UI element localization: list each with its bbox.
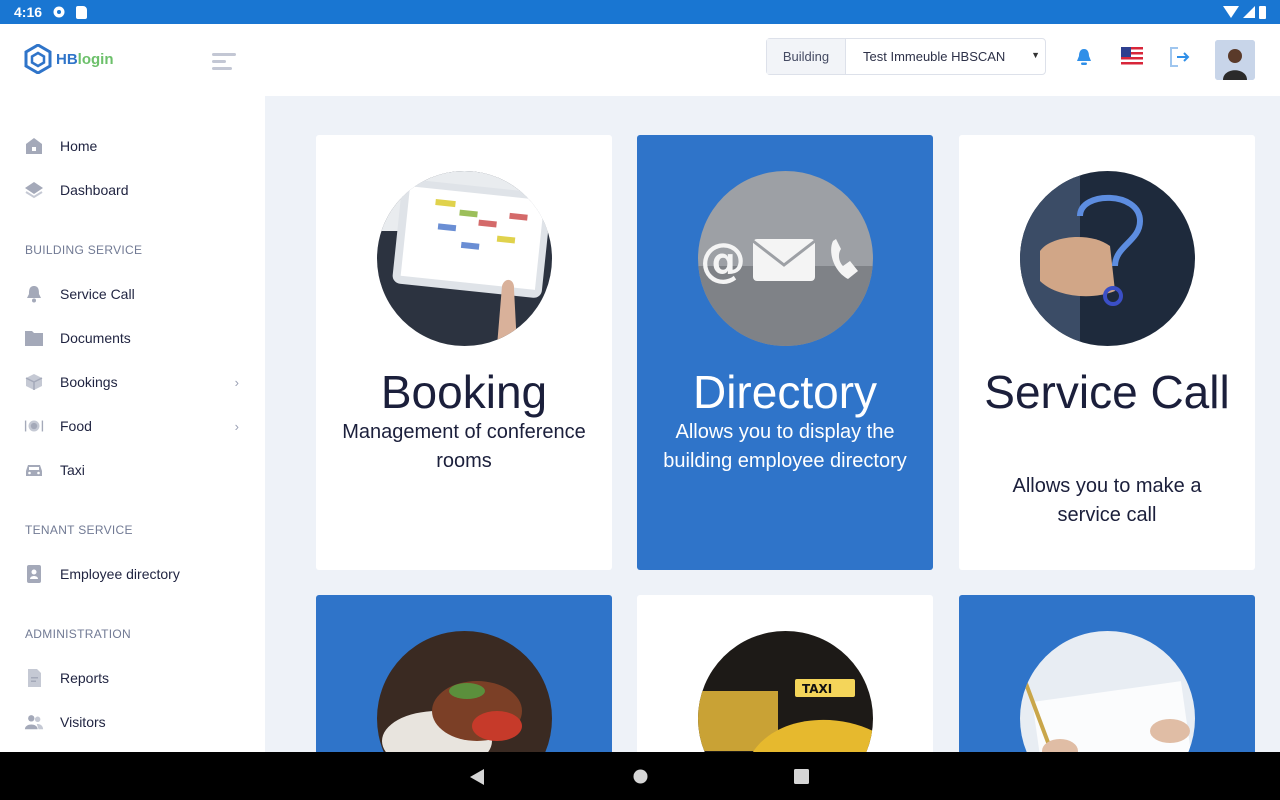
sidebar-item-label: Taxi — [60, 462, 85, 478]
service-call-card[interactable]: Service Call Allows you to make a servic… — [959, 135, 1255, 570]
sidebar-item-label: Visitors — [60, 714, 106, 730]
svg-text:@: @ — [700, 233, 746, 287]
sidebar-item-reports[interactable]: Reports — [0, 658, 265, 698]
home-icon — [24, 137, 44, 155]
sidebar-item-label: Service Call — [60, 286, 135, 302]
sidebar-item-employee-directory[interactable]: Employee directory — [0, 554, 265, 594]
status-bar: 4:16 — [0, 0, 1280, 24]
card-title: Booking — [380, 366, 548, 418]
brand-logo[interactable]: HBlogin — [24, 44, 114, 74]
chevron-right-icon: › — [234, 419, 239, 434]
sidebar-item-label: Reports — [60, 670, 110, 686]
sidebar-item-label: Documents — [60, 330, 131, 346]
document-icon — [24, 669, 44, 687]
recents-button-icon[interactable] — [794, 769, 809, 784]
avatar[interactable] — [1215, 40, 1255, 80]
sidebar-item-visitors[interactable]: Visitors — [0, 702, 265, 742]
back-button-icon[interactable] — [470, 769, 484, 785]
section-title-building-service: BUILDING SERVICE — [25, 243, 143, 257]
building-label: Building — [767, 39, 846, 74]
directory-image: @ — [698, 171, 873, 346]
taxi-card[interactable]: TAXI — [637, 595, 933, 752]
top-header: Building Test Immeuble HBSCAN ▼ — [265, 24, 1280, 96]
food-image — [377, 631, 552, 752]
battery-icon — [1259, 5, 1266, 19]
layers-icon — [24, 181, 44, 199]
card-description: Allows you to make a service call — [1012, 475, 1202, 526]
dropdown-arrow-icon: ▼ — [1031, 50, 1040, 60]
card-title: Directory — [692, 366, 878, 418]
documents-card[interactable] — [959, 595, 1255, 752]
box-icon — [24, 373, 44, 391]
card-description: Allows you to display the building emplo… — [663, 421, 907, 472]
sidebar-item-documents[interactable]: Documents — [0, 318, 265, 358]
chevron-right-icon: › — [234, 375, 239, 390]
folder-icon — [24, 329, 44, 347]
building-select-value: Test Immeuble HBSCAN — [863, 49, 1006, 64]
users-icon — [24, 713, 44, 731]
home-button-icon[interactable] — [633, 769, 648, 784]
sidebar-item-label: Dashboard — [60, 182, 129, 198]
plate-icon — [24, 417, 44, 435]
settings-icon — [53, 6, 65, 18]
section-title-tenant-service: TENANT SERVICE — [25, 523, 133, 537]
logout-icon[interactable] — [1167, 44, 1193, 70]
sidebar-item-label: Employee directory — [60, 566, 180, 582]
sidebar-item-service-call[interactable]: Service Call — [0, 274, 265, 314]
card-title: Service Call — [984, 366, 1230, 418]
sidebar-item-food[interactable]: Food › — [0, 406, 265, 446]
svg-text:TAXI: TAXI — [802, 682, 832, 696]
us-flag-icon[interactable] — [1119, 44, 1145, 70]
sidebar-item-bookings[interactable]: Bookings › — [0, 362, 265, 402]
taxi-image: TAXI — [698, 631, 873, 752]
service-call-image — [1020, 171, 1195, 346]
booking-card[interactable]: Booking Management of conference rooms — [316, 135, 612, 570]
food-card[interactable] — [316, 595, 612, 752]
brand-name: HBlogin — [56, 50, 114, 68]
hexagon-logo-icon — [24, 44, 52, 74]
building-selector[interactable]: Building Test Immeuble HBSCAN ▼ — [766, 38, 1046, 75]
clock: 4:16 — [14, 4, 43, 20]
sidebar-item-label: Bookings — [60, 374, 118, 390]
contact-icon — [24, 565, 44, 583]
card-description: Management of conference rooms — [342, 421, 586, 472]
sidebar-item-label: Food — [60, 418, 92, 434]
bell-icon — [24, 285, 44, 303]
documents-image — [1020, 631, 1195, 752]
wifi-icon — [1223, 6, 1239, 18]
directory-card[interactable]: @ Directory Allows you to display the bu… — [637, 135, 933, 570]
sidebar-item-dashboard[interactable]: Dashboard — [0, 170, 265, 210]
sidebar-item-label: Home — [60, 138, 98, 154]
booking-image — [377, 171, 552, 346]
car-icon — [24, 461, 44, 479]
sidebar-item-taxi[interactable]: Taxi — [0, 450, 265, 490]
building-select[interactable]: Test Immeuble HBSCAN ▼ — [846, 39, 1045, 74]
signal-icon — [1243, 6, 1255, 18]
sidebar: HBlogin Home Dashboard BUILDING SERVICE … — [0, 24, 265, 752]
notification-bell-icon[interactable] — [1071, 44, 1097, 70]
sd-card-icon — [76, 5, 88, 19]
sidebar-item-home[interactable]: Home — [0, 126, 265, 166]
android-navigation-bar — [0, 752, 1280, 800]
menu-toggle-icon[interactable] — [212, 53, 236, 71]
section-title-administration: ADMINISTRATION — [25, 627, 131, 641]
